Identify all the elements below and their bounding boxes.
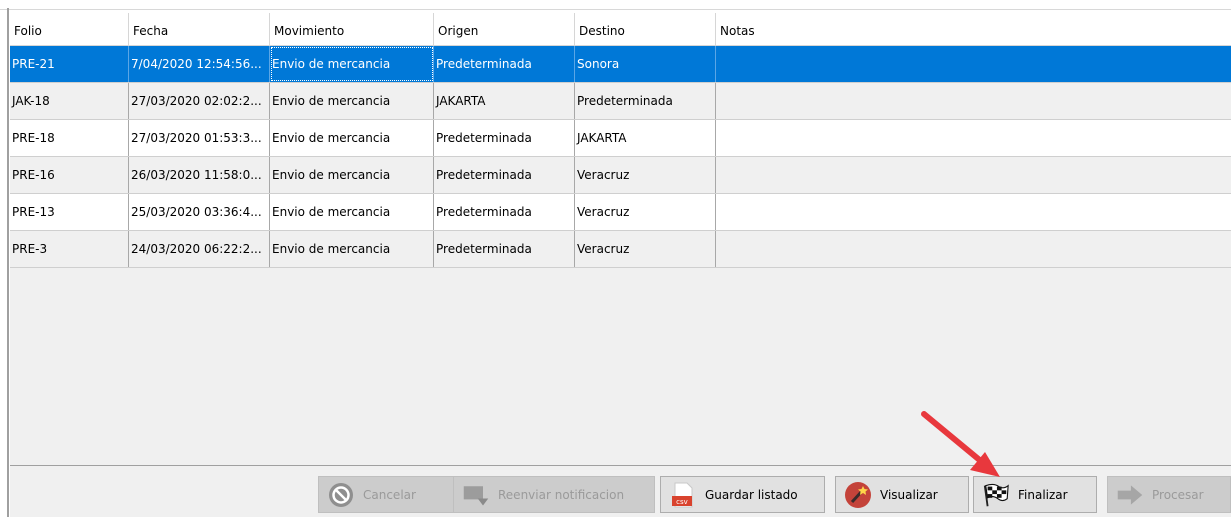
cell-destino[interactable]: Predeterminada [575,83,716,119]
column-header-movimiento[interactable]: Movimiento [270,13,434,45]
table-row[interactable]: PRE-16 26/03/2020 11:58:0... Envio de me… [10,157,1231,194]
cell-origen[interactable]: Predeterminada [434,157,575,193]
cell-origen[interactable]: Predeterminada [434,194,575,230]
cell-notas[interactable] [716,46,1231,82]
cell-folio[interactable]: PRE-13 [10,194,129,230]
cell-folio[interactable]: PRE-3 [10,231,129,267]
view-button-label: Visualizar [880,487,938,502]
arrow-right-icon [1116,481,1144,509]
cancel-icon [327,481,355,509]
cell-origen[interactable]: Predeterminada [434,46,575,82]
table-row[interactable]: PRE-3 24/03/2020 06:22:2... Envio de mer… [10,231,1231,268]
cell-fecha[interactable]: 26/03/2020 11:58:0... [129,157,270,193]
resend-icon [462,481,490,509]
save-list-button[interactable]: csv Guardar listado [660,476,825,513]
csv-file-icon: csv [669,481,697,509]
cell-folio[interactable]: PRE-21 [10,46,129,82]
cell-destino[interactable]: Sonora [575,46,716,82]
grid-header: Folio Fecha Movimiento Origen Destino No… [10,13,1231,46]
cell-notas[interactable] [716,231,1231,267]
cell-origen[interactable]: JAKARTA [434,83,575,119]
cell-fecha[interactable]: 27/03/2020 02:02:2... [129,83,270,119]
cell-destino[interactable]: Veracruz [575,157,716,193]
table-row[interactable]: JAK-18 27/03/2020 02:02:2... Envio de me… [10,83,1231,120]
cell-destino[interactable]: Veracruz [575,194,716,230]
view-button[interactable]: Visualizar [835,476,969,513]
cancel-button-label: Cancelar [363,487,416,502]
cell-fecha[interactable]: 27/03/2020 01:53:3... [129,120,270,156]
cancel-button[interactable]: Cancelar [318,476,455,513]
cell-fecha[interactable]: 7/04/2020 12:54:56... [129,46,270,82]
csv-icon-text: csv [676,498,688,506]
resend-notification-button[interactable]: Reenviar notificacion [453,476,655,513]
cell-fecha[interactable]: 25/03/2020 03:36:4... [129,194,270,230]
cell-notas[interactable] [716,194,1231,230]
cell-movimiento[interactable]: Envio de mercancia [270,46,434,82]
top-divider [0,9,1231,10]
cell-movimiento[interactable]: Envio de mercancia [270,194,434,230]
column-header-notas[interactable]: Notas [716,13,1231,45]
cell-origen[interactable]: Predeterminada [434,120,575,156]
table-row[interactable]: PRE-18 27/03/2020 01:53:3... Envio de me… [10,120,1231,157]
action-toolbar: Cancelar Reenviar notificacion csv Guard… [10,466,1231,517]
save-list-label: Guardar listado [705,487,798,502]
cell-folio[interactable]: PRE-18 [10,120,129,156]
column-header-destino[interactable]: Destino [575,13,716,45]
window: Folio Fecha Movimiento Origen Destino No… [0,0,1231,517]
cell-destino[interactable]: JAKARTA [575,120,716,156]
finish-button[interactable]: Finalizar [973,476,1097,513]
cell-movimiento[interactable]: Envio de mercancia [270,157,434,193]
data-grid[interactable]: Folio Fecha Movimiento Origen Destino No… [10,13,1231,466]
cell-notas[interactable] [716,120,1231,156]
cell-notas[interactable] [716,83,1231,119]
cell-folio[interactable]: JAK-18 [10,83,129,119]
cell-destino[interactable]: Veracruz [575,231,716,267]
cell-notas[interactable] [716,157,1231,193]
column-header-fecha[interactable]: Fecha [129,13,270,45]
column-header-folio[interactable]: Folio [10,13,129,45]
cell-movimiento[interactable]: Envio de mercancia [270,120,434,156]
table-row[interactable]: PRE-13 25/03/2020 03:36:4... Envio de me… [10,194,1231,231]
checkered-flag-icon [982,481,1010,509]
magic-wand-icon [844,481,872,509]
cell-fecha[interactable]: 24/03/2020 06:22:2... [129,231,270,267]
cell-folio[interactable]: PRE-16 [10,157,129,193]
cell-movimiento[interactable]: Envio de mercancia [270,231,434,267]
cell-movimiento[interactable]: Envio de mercancia [270,83,434,119]
resend-notification-label: Reenviar notificacion [498,487,625,502]
cell-origen[interactable]: Predeterminada [434,231,575,267]
column-header-origen[interactable]: Origen [434,13,575,45]
left-border [7,8,9,517]
finish-button-label: Finalizar [1018,487,1068,502]
process-button[interactable]: Procesar [1107,476,1231,513]
process-button-label: Procesar [1152,487,1204,502]
table-row[interactable]: PRE-21 7/04/2020 12:54:56... Envio de me… [10,46,1231,83]
